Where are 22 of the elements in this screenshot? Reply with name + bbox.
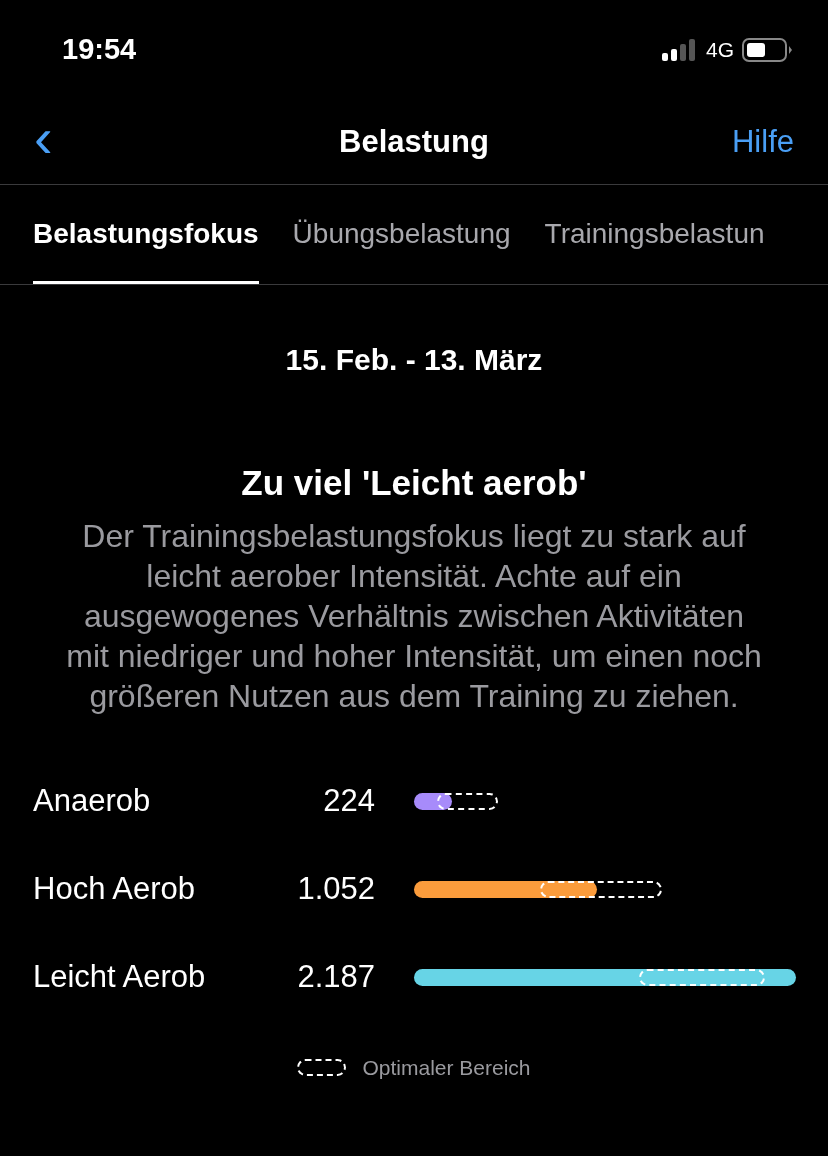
- battery-icon: [742, 38, 792, 62]
- date-range: 15. Feb. - 13. März: [284, 342, 544, 378]
- legend-label: Optimaler Bereich: [362, 1054, 531, 1081]
- load-value: 224: [322, 782, 375, 821]
- optimal-range-marker: [436, 793, 498, 810]
- load-value: 2.187: [296, 958, 375, 997]
- tab[interactable]: Trainingsbelastun: [544, 185, 765, 284]
- tab[interactable]: Belastungsfokus: [33, 185, 259, 284]
- optimal-range-legend-icon: [297, 1058, 347, 1076]
- load-label: Leicht Aerob: [33, 958, 207, 997]
- summary-heading: Zu viel 'Leicht aerob': [241, 462, 587, 504]
- screen-title: Belastung: [339, 122, 489, 161]
- load-value: 1.052: [296, 870, 375, 909]
- network-label: 4G: [706, 37, 734, 64]
- signal-icon: [662, 39, 698, 61]
- back-button[interactable]: ‹: [34, 110, 53, 174]
- load-label: Hoch Aerob: [33, 870, 196, 909]
- help-link[interactable]: Hilfe: [732, 118, 794, 166]
- load-label: Anaerob: [33, 782, 152, 821]
- summary-text: Der Trainingsbelastungsfokus liegt zu stark auf leicht aerober Intensität. Achte auf ein ausgewogenes Verhältnis zwischen Aktivitäten mit niedriger und hoher Intensität, um einen noch größeren Nutzen aus dem Training zu ziehen.: [65, 516, 763, 716]
- status-time: 19:54: [62, 32, 137, 68]
- tab[interactable]: Übungsbelastung: [292, 185, 511, 284]
